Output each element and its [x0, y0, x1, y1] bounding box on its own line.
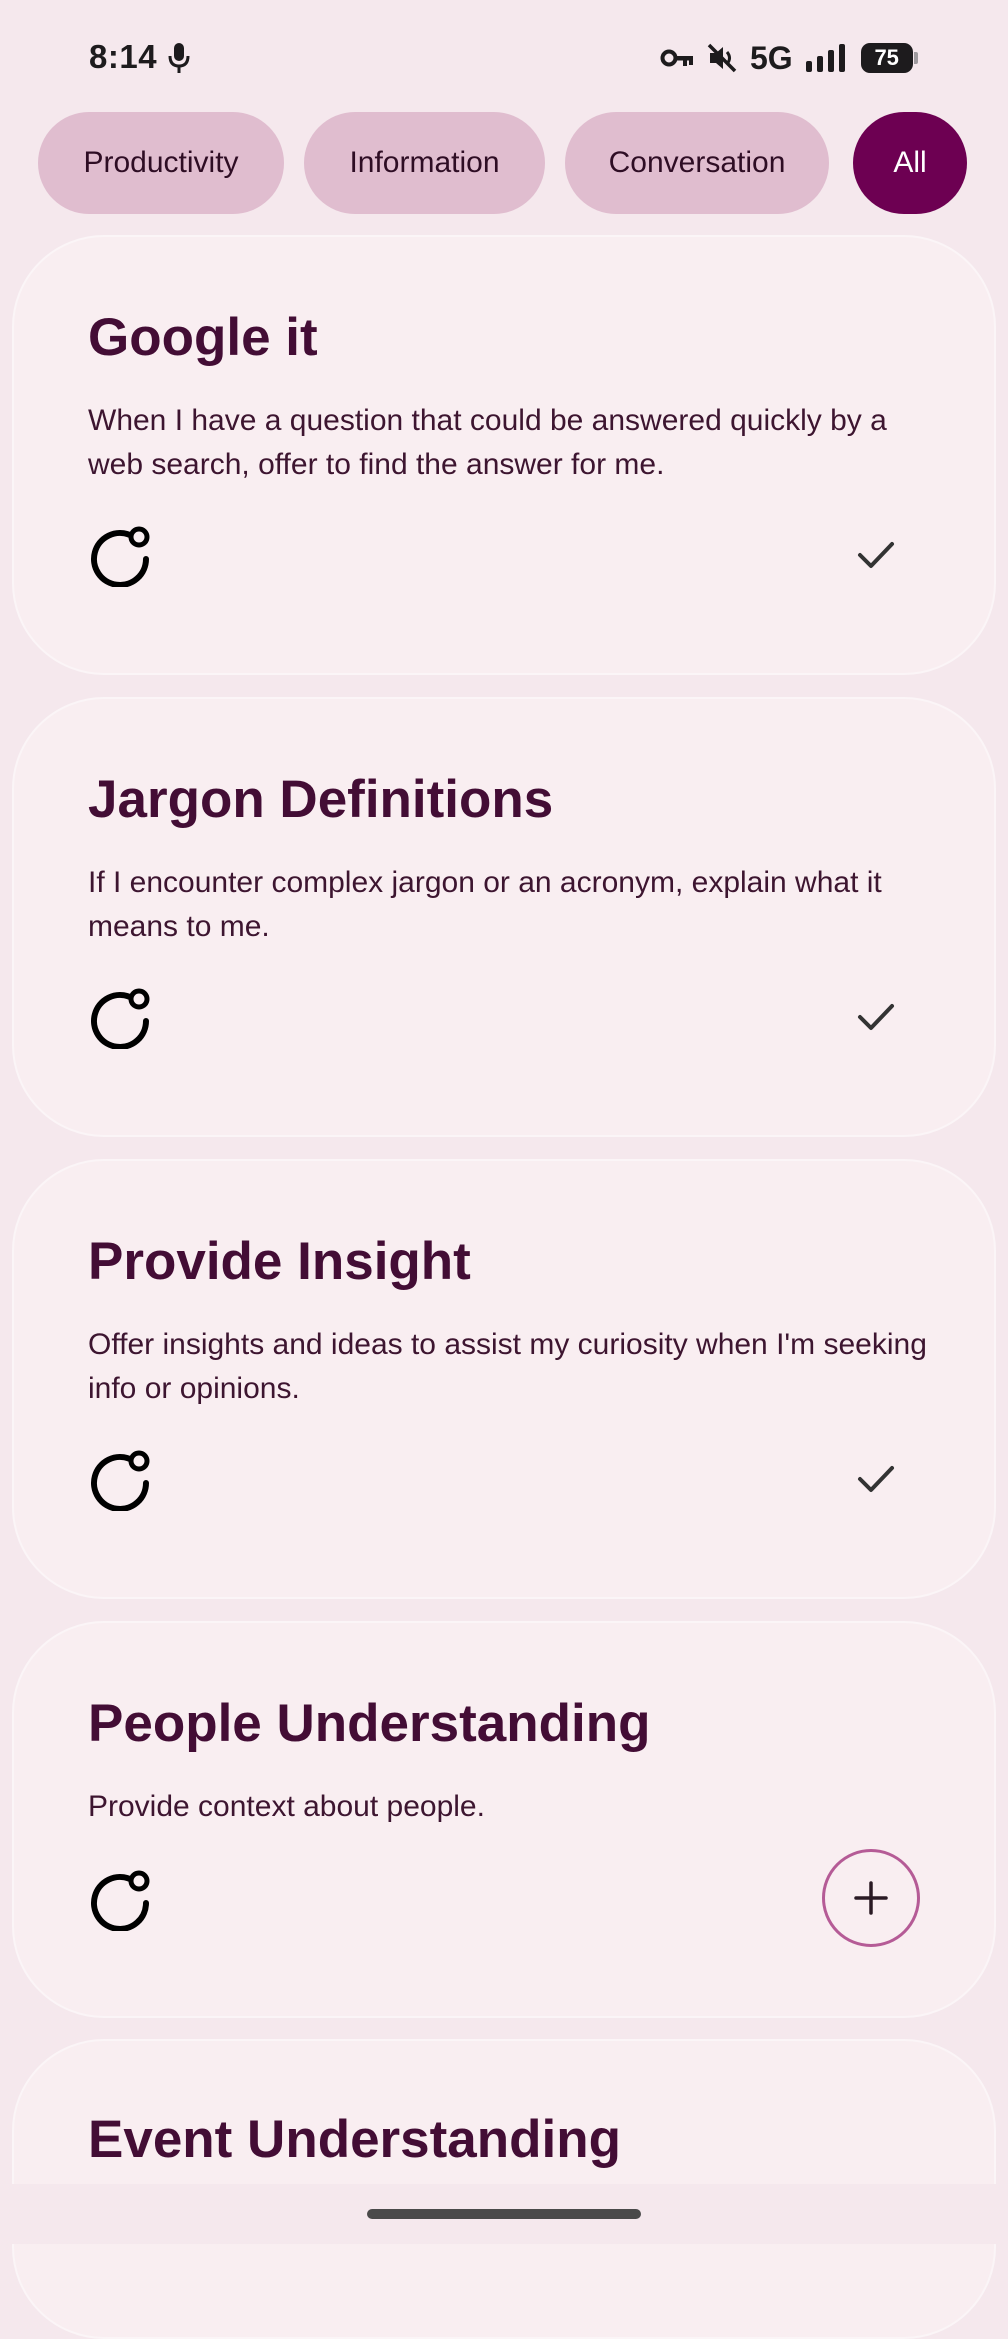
card-description: If I encounter complex jargon or an acro…	[88, 866, 882, 943]
card-description: Offer insights and ideas to assist my cu…	[88, 1328, 927, 1405]
battery-icon: 75	[860, 43, 918, 73]
filter-chip-all[interactable]: All	[853, 112, 967, 214]
filter-chip-conversation[interactable]: Conversation	[565, 112, 829, 214]
gesture-nav-handle[interactable]	[367, 2209, 641, 2219]
card-title: Event Understanding	[88, 2110, 622, 2169]
filter-chip-information[interactable]: Information	[304, 112, 545, 214]
status-icons: 5G 75	[660, 39, 918, 76]
status-bar: 8:14 5G 75	[0, 0, 1008, 112]
card-description: Provide context about people.	[88, 1790, 485, 1823]
status-time: 8:14	[89, 38, 158, 75]
plus-icon	[854, 1881, 888, 1915]
card-title: People Understanding	[88, 1694, 651, 1753]
filter-chip-productivity[interactable]: Productivity	[38, 112, 284, 214]
card-title: Jargon Definitions	[88, 770, 554, 829]
circle-dot-icon	[91, 1450, 150, 1511]
card-title: Provide Insight	[88, 1232, 471, 1291]
check-icon[interactable]	[848, 527, 904, 583]
circle-dot-icon	[91, 526, 150, 587]
add-button[interactable]	[822, 1849, 920, 1947]
circle-dot-icon	[91, 988, 150, 1049]
mute-icon	[707, 43, 737, 73]
feature-card-jargon-definitions[interactable]: Jargon Definitions If I encounter comple…	[12, 697, 996, 1137]
battery-level: 75	[860, 43, 913, 73]
vpn-key-icon	[660, 49, 693, 67]
check-icon[interactable]	[848, 1451, 904, 1507]
card-title: Google it	[88, 308, 318, 367]
circle-dot-icon	[91, 1870, 150, 1931]
signal-icon	[805, 44, 845, 72]
feature-card-people-understanding[interactable]: People Understanding Provide context abo…	[12, 1621, 996, 2018]
filter-chips: Productivity Information Conversation Al…	[0, 112, 1008, 216]
card-description: When I have a question that could be ans…	[88, 404, 887, 481]
feature-card-provide-insight[interactable]: Provide Insight Offer insights and ideas…	[12, 1159, 996, 1599]
feature-card-google-it[interactable]: Google it When I have a question that co…	[12, 235, 996, 675]
network-label: 5G	[750, 39, 793, 76]
mic-icon	[168, 43, 190, 73]
check-icon[interactable]	[848, 989, 904, 1045]
